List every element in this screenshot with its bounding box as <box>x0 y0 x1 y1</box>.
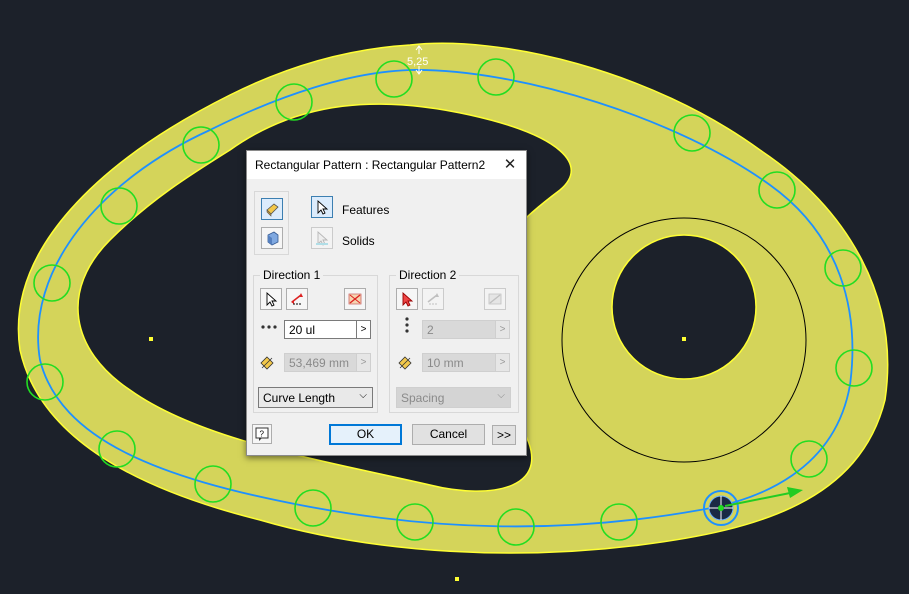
svg-text:?: ? <box>260 430 265 439</box>
direction1-length-arrow[interactable]: > <box>356 353 371 372</box>
start-point-marker[interactable] <box>703 490 739 526</box>
direction2-spacing-arrow[interactable]: > <box>495 353 510 372</box>
direction1-group: Direction 1 20 ul > 53,469 mm > Curve Le… <box>253 268 378 413</box>
cursor-arrow-icon <box>402 291 414 307</box>
direction2-distribution-value: Spacing <box>401 391 445 405</box>
dialog-title: Rectangular Pattern : Rectangular Patter… <box>255 158 486 172</box>
direction1-count-input[interactable]: 20 ul <box>284 320 357 339</box>
help-button[interactable]: ? <box>252 424 272 444</box>
direction2-spacing-input[interactable]: 10 mm <box>422 353 496 372</box>
direction2-distribution-select[interactable]: Spacing ⌵ <box>396 387 511 408</box>
pattern-solids-mode-button[interactable] <box>261 227 283 249</box>
midplane-icon <box>488 293 502 305</box>
direction1-flip-button[interactable] <box>286 288 308 310</box>
cursor-arrow-icon <box>316 230 329 246</box>
ok-button[interactable]: OK <box>329 424 402 445</box>
flip-direction-icon <box>291 293 303 305</box>
cursor-arrow-icon <box>266 291 278 307</box>
length-icon <box>260 356 276 373</box>
solids-select-button[interactable] <box>311 227 333 249</box>
direction1-count-arrow[interactable]: > <box>356 320 371 339</box>
features-mode-icon <box>266 203 279 217</box>
help-icon: ? <box>255 427 269 441</box>
direction2-group: Direction 2 2 > 10 mm > Spacing ⌵ <box>389 268 519 413</box>
midplane-icon <box>348 293 362 305</box>
direction2-count-arrow[interactable]: > <box>495 320 510 339</box>
chevron-down-icon: ⌵ <box>497 390 505 401</box>
close-button[interactable]: ✕ <box>500 155 520 175</box>
direction1-midplane-button[interactable] <box>344 288 366 310</box>
count-icon <box>404 316 410 339</box>
pattern-type-group <box>254 191 289 255</box>
center-point <box>682 337 686 341</box>
more-options-button[interactable]: >> <box>492 425 516 445</box>
direction2-title: Direction 2 <box>396 268 460 282</box>
dimension-label[interactable]: 5,25 <box>407 56 428 68</box>
features-label: Features <box>342 203 390 217</box>
direction1-title: Direction 1 <box>260 268 324 282</box>
flip-direction-icon <box>427 293 439 305</box>
chevron-down-icon: ⌵ <box>359 390 367 401</box>
cancel-button[interactable]: Cancel <box>412 424 485 445</box>
solids-label: Solids <box>342 234 375 248</box>
direction1-length-input[interactable]: 53,469 mm <box>284 353 357 372</box>
direction2-midplane-button[interactable] <box>484 288 506 310</box>
direction1-path-select-button[interactable] <box>260 288 282 310</box>
cursor-arrow-icon <box>317 199 329 215</box>
solids-mode-icon <box>267 231 279 246</box>
rectangular-pattern-dialog: Rectangular Pattern : Rectangular Patter… <box>246 150 527 456</box>
direction1-distribution-value: Curve Length <box>263 391 336 405</box>
direction1-distribution-select[interactable]: Curve Length ⌵ <box>258 387 373 408</box>
count-icon <box>260 323 278 333</box>
direction2-count-input[interactable]: 2 <box>422 320 496 339</box>
direction2-flip-button[interactable] <box>422 288 444 310</box>
keyway-notch <box>673 250 695 270</box>
center-point <box>455 577 459 581</box>
direction2-path-select-button[interactable] <box>396 288 418 310</box>
spacing-icon <box>398 356 414 373</box>
center-point <box>149 337 153 341</box>
features-select-button[interactable] <box>311 196 333 218</box>
dialog-titlebar: Rectangular Pattern : Rectangular Patter… <box>247 151 526 179</box>
pattern-features-mode-button[interactable] <box>261 198 283 220</box>
